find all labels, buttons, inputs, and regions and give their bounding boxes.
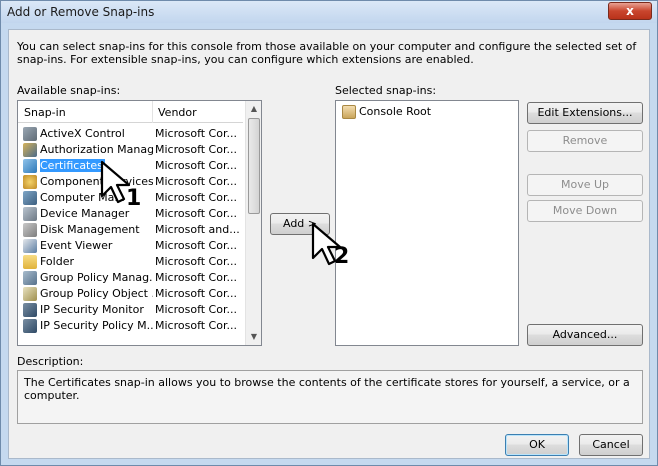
- snapin-vendor: Microsoft Cor...: [155, 127, 237, 140]
- list-item[interactable]: Authorization Manager Microsoft Cor...: [19, 142, 243, 158]
- list-item[interactable]: Console Root: [338, 104, 516, 120]
- selected-name-highlight: Certificates: [40, 159, 105, 172]
- group-policy-icon: [23, 271, 37, 285]
- available-snapins-list[interactable]: Snap-in Vendor ActiveX Control Microsoft…: [17, 100, 262, 346]
- snapin-vendor: Microsoft Cor...: [155, 191, 237, 204]
- snapin-name: Disk Management: [40, 223, 140, 236]
- snapin-name: Group Policy Object ...: [40, 287, 153, 300]
- list-item[interactable]: Group Policy Manag... Microsoft Cor...: [19, 270, 243, 286]
- snapin-vendor: Microsoft Cor...: [155, 319, 237, 332]
- snapin-name: Authorization Manager: [40, 143, 153, 156]
- list-item[interactable]: IP Security Policy M... Microsoft Cor...: [19, 318, 243, 334]
- ip-security-policy-icon: [23, 319, 37, 333]
- snapin-vendor: Microsoft Cor...: [155, 303, 237, 316]
- snapin-vendor: Microsoft Cor...: [155, 271, 237, 284]
- snapin-name: Folder: [40, 255, 74, 268]
- scrollbar-thumb[interactable]: [248, 118, 260, 214]
- folder-icon: [23, 255, 37, 269]
- column-header-snapin[interactable]: Snap-in: [24, 106, 66, 119]
- selected-snapin-name: Console Root: [359, 105, 432, 118]
- description-box: The Certificates snap-in allows you to b…: [17, 370, 643, 424]
- snapin-vendor: Microsoft Cor...: [155, 143, 237, 156]
- snapin-name: Event Viewer: [40, 239, 113, 252]
- ok-button[interactable]: OK: [505, 434, 569, 456]
- list-item[interactable]: Group Policy Object ... Microsoft Cor...: [19, 286, 243, 302]
- computer-management-icon: [23, 191, 37, 205]
- snapin-vendor: Microsoft Cor...: [155, 159, 237, 172]
- snapin-vendor: Microsoft Cor...: [155, 255, 237, 268]
- snapin-name: IP Security Policy M...: [40, 319, 153, 332]
- snapin-name: ActiveX Control: [40, 127, 125, 140]
- console-root-icon: [342, 105, 356, 119]
- disk-management-icon: [23, 223, 37, 237]
- available-snapins-label: Available snap-ins:: [17, 84, 121, 97]
- snapin-vendor: Microsoft Cor...: [155, 287, 237, 300]
- description-text: The Certificates snap-in allows you to b…: [24, 376, 630, 402]
- list-header: Snap-in Vendor: [18, 101, 243, 123]
- group-policy-object-icon: [23, 287, 37, 301]
- list-scrollbar[interactable]: ▲ ▼: [245, 101, 261, 345]
- title-bar: Add or Remove Snap-ins x: [1, 1, 657, 23]
- remove-button[interactable]: Remove: [527, 130, 643, 152]
- snapin-name: Group Policy Manag...: [40, 271, 153, 284]
- authorization-icon: [23, 143, 37, 157]
- advanced-button[interactable]: Advanced...: [527, 324, 643, 346]
- snapin-vendor: Microsoft Cor...: [155, 175, 237, 188]
- snapin-vendor: Microsoft and...: [155, 223, 239, 236]
- ip-security-icon: [23, 303, 37, 317]
- snapin-vendor: Microsoft Cor...: [155, 239, 237, 252]
- column-header-vendor[interactable]: Vendor: [158, 106, 197, 119]
- list-item[interactable]: Event Viewer Microsoft Cor...: [19, 238, 243, 254]
- move-down-button[interactable]: Move Down: [527, 200, 643, 222]
- list-item[interactable]: ActiveX Control Microsoft Cor...: [19, 126, 243, 142]
- window-title: Add or Remove Snap-ins: [7, 5, 155, 19]
- component-services-icon: [23, 175, 37, 189]
- scroll-up-arrow-icon[interactable]: ▲: [246, 101, 261, 117]
- certificates-icon: [23, 159, 37, 173]
- activex-icon: [23, 127, 37, 141]
- selected-snapins-label: Selected snap-ins:: [335, 84, 437, 97]
- intro-text: You can select snap-ins for this console…: [17, 40, 637, 66]
- description-label: Description:: [17, 355, 84, 368]
- snapin-vendor: Microsoft Cor...: [155, 207, 237, 220]
- column-divider[interactable]: [152, 101, 153, 123]
- snapin-name: IP Security Monitor: [40, 303, 144, 316]
- list-item[interactable]: IP Security Monitor Microsoft Cor...: [19, 302, 243, 318]
- device-manager-icon: [23, 207, 37, 221]
- cancel-button[interactable]: Cancel: [579, 434, 643, 456]
- selected-snapins-list[interactable]: Console Root: [335, 100, 519, 346]
- event-viewer-icon: [23, 239, 37, 253]
- close-button[interactable]: x: [608, 2, 652, 20]
- step-number-2: 2: [334, 244, 350, 269]
- list-item[interactable]: Disk Management Microsoft and...: [19, 222, 243, 238]
- list-item[interactable]: Folder Microsoft Cor...: [19, 254, 243, 270]
- edit-extensions-button[interactable]: Edit Extensions...: [527, 102, 643, 124]
- step-number-1: 1: [126, 186, 142, 211]
- move-up-button[interactable]: Move Up: [527, 174, 643, 196]
- scroll-down-arrow-icon[interactable]: ▼: [246, 329, 261, 345]
